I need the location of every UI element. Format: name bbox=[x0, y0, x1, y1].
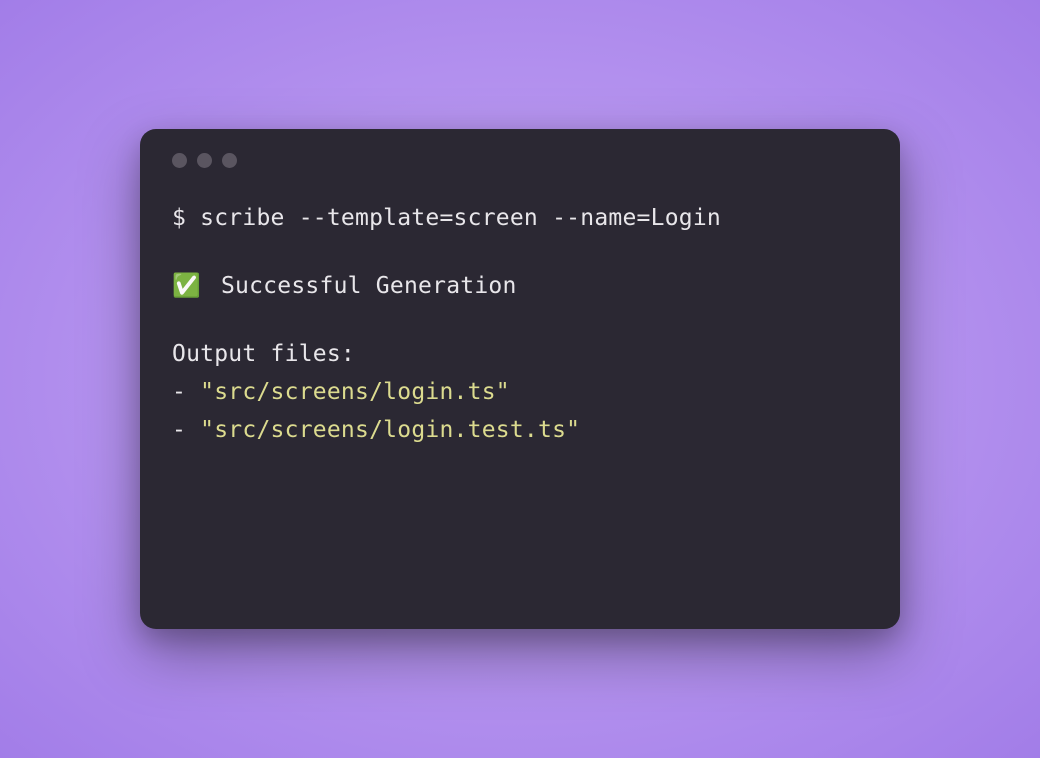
status-line: ✅ Successful Generation bbox=[172, 268, 868, 306]
output-section: Output files: - "src/screens/login.ts" -… bbox=[172, 336, 868, 450]
window-controls bbox=[172, 153, 868, 168]
success-icon: ✅ bbox=[172, 268, 201, 306]
minimize-button[interactable] bbox=[197, 153, 212, 168]
command-text: $ scribe --template=screen --name=Login bbox=[172, 205, 721, 231]
status-text: Successful Generation bbox=[221, 273, 517, 299]
bullet: - bbox=[172, 379, 200, 405]
terminal-output: $ scribe --template=screen --name=Login … bbox=[172, 200, 868, 450]
output-file-path: "src/screens/login.test.ts" bbox=[200, 417, 580, 443]
command-line: $ scribe --template=screen --name=Login bbox=[172, 200, 868, 238]
output-header: Output files: bbox=[172, 336, 868, 374]
output-file-line: - "src/screens/login.test.ts" bbox=[172, 412, 868, 450]
bullet: - bbox=[172, 417, 200, 443]
maximize-button[interactable] bbox=[222, 153, 237, 168]
output-file-path: "src/screens/login.ts" bbox=[200, 379, 510, 405]
terminal-window: $ scribe --template=screen --name=Login … bbox=[140, 129, 900, 629]
close-button[interactable] bbox=[172, 153, 187, 168]
output-file-line: - "src/screens/login.ts" bbox=[172, 374, 868, 412]
